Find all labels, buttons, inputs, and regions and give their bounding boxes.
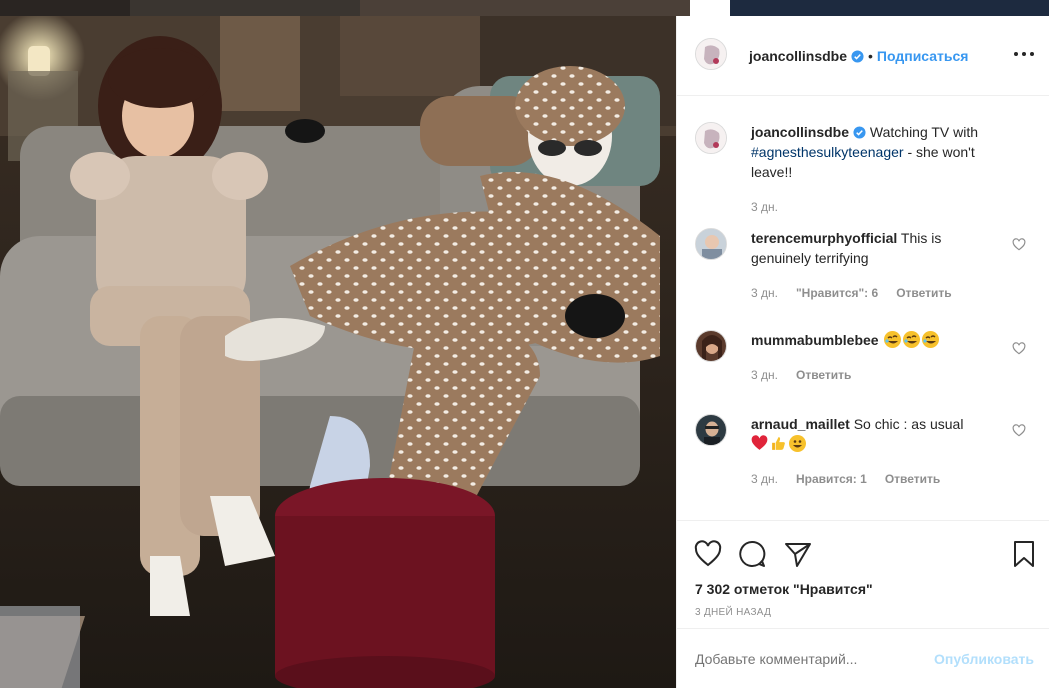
post-photo[interactable]: [0, 16, 676, 688]
comment-username[interactable]: arnaud_maillet: [751, 416, 850, 432]
smile-emoji: [789, 435, 806, 452]
commenter-avatar[interactable]: [695, 228, 727, 260]
comment-meta: 3 дн. "Нравится": 6 Ответить: [751, 286, 952, 300]
verified-badge-icon: [851, 50, 864, 63]
rofl-emoji: [922, 331, 940, 348]
add-comment-input[interactable]: [695, 651, 915, 667]
comment-like-heart-icon[interactable]: [1012, 342, 1026, 356]
more-options-icon[interactable]: [1014, 44, 1034, 64]
comments-list[interactable]: joancollinsdbe Watching TV with #agnesth…: [677, 96, 1049, 520]
rofl-emoji: [903, 331, 921, 348]
comment-text: So chic : as usual: [853, 416, 964, 432]
comment-time[interactable]: 3 дн.: [751, 472, 778, 486]
caption-avatar[interactable]: [695, 122, 727, 154]
likes-count[interactable]: 7 302 отметок "Нравится": [695, 581, 873, 597]
share-icon[interactable]: [783, 539, 813, 569]
caption-time[interactable]: 3 дн.: [751, 200, 778, 214]
comment-reply-button[interactable]: Ответить: [796, 368, 851, 382]
comment-body: arnaud_maillet So chic : as usual: [751, 414, 1001, 454]
comment-time[interactable]: 3 дн.: [751, 286, 778, 300]
comment-body: mummabumblebee: [751, 330, 1001, 350]
comment-username[interactable]: terencemurphyofficial: [751, 230, 897, 246]
comment-reply-button[interactable]: Ответить: [896, 286, 951, 300]
bookmark-icon[interactable]: [1009, 539, 1039, 569]
previous-posts-strip: [0, 0, 1049, 16]
separator-dot: •: [868, 48, 873, 64]
comment-body: terencemurphyofficial This is genuinely …: [751, 228, 1001, 268]
follow-button[interactable]: Подписаться: [877, 48, 969, 64]
header-user-line: joancollinsdbe • Подписаться: [749, 48, 968, 64]
comment-reply-button[interactable]: Ответить: [885, 472, 940, 486]
publish-button[interactable]: Опубликовать: [934, 651, 1034, 667]
comment-time[interactable]: 3 дн.: [751, 368, 778, 382]
comment-likes[interactable]: Нравится: 1: [796, 472, 867, 486]
comment-like-heart-icon[interactable]: [1012, 424, 1026, 438]
verified-badge-icon: [853, 126, 866, 139]
comment-username[interactable]: mummabumblebee: [751, 332, 879, 348]
caption-hashtag[interactable]: #agnesthesulkyteenager: [751, 144, 904, 160]
comment-likes[interactable]: "Нравится": 6: [796, 286, 878, 300]
caption-text-before: Watching TV with: [869, 124, 979, 140]
comment-like-heart-icon[interactable]: [1012, 238, 1026, 252]
post-side-panel: joancollinsdbe • Подписаться joancollinsdb…: [676, 16, 1049, 688]
commenter-avatar[interactable]: [695, 414, 727, 446]
add-comment-bar: Опубликовать: [677, 628, 1049, 688]
post-date[interactable]: 3 ДНЕЙ НАЗАД: [695, 607, 771, 618]
comment-meta: 3 дн. Ответить: [751, 368, 851, 382]
red-heart-emoji: [751, 435, 768, 452]
thumbs-up-emoji: [770, 435, 787, 452]
caption-text: joancollinsdbe Watching TV with #agnesth…: [751, 122, 1011, 182]
post-header: joancollinsdbe • Подписаться: [677, 16, 1049, 96]
heart-icon[interactable]: [693, 539, 723, 569]
rofl-emoji: [884, 331, 902, 348]
author-avatar[interactable]: [695, 38, 727, 70]
comment-meta: 3 дн. Нравится: 1 Ответить: [751, 472, 940, 486]
comment-icon[interactable]: [737, 539, 767, 569]
author-username[interactable]: joancollinsdbe: [749, 48, 847, 64]
commenter-avatar[interactable]: [695, 330, 727, 362]
caption-username[interactable]: joancollinsdbe: [751, 124, 849, 140]
